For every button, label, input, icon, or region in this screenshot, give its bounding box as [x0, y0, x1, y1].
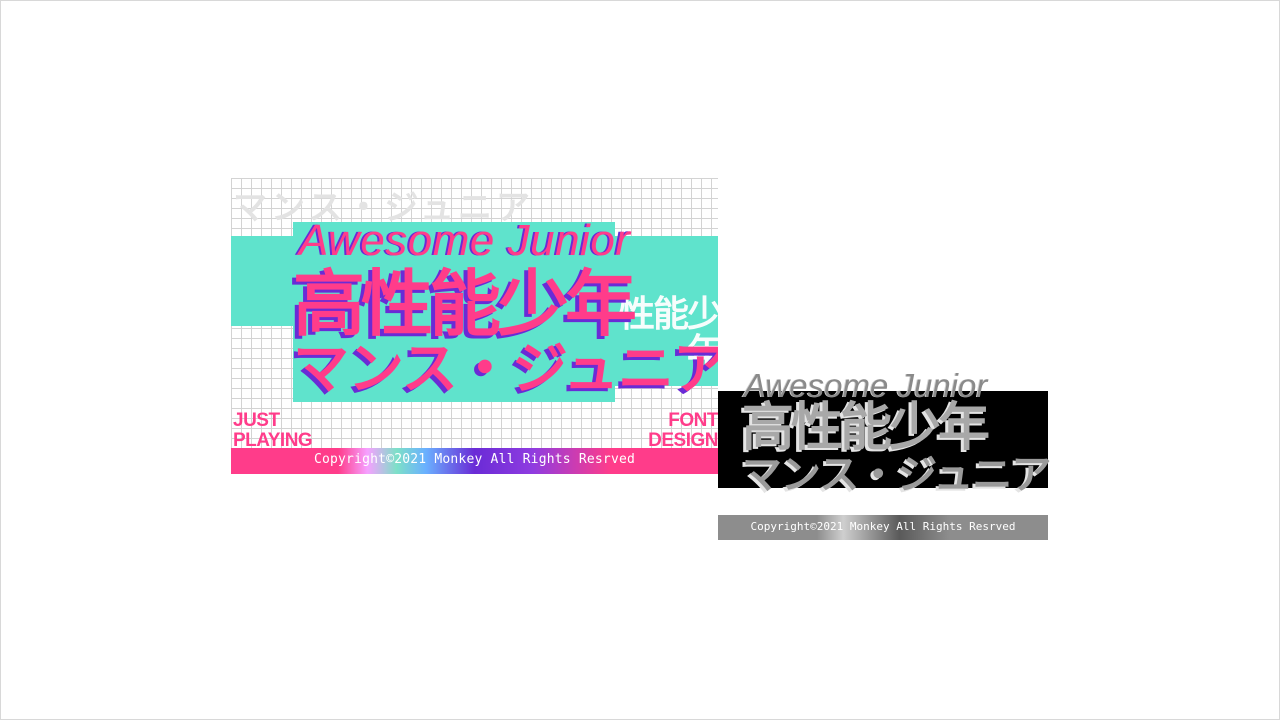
mono-katakana-title: マンス・ジュニア — [742, 452, 1051, 498]
copyright-bar: Copyright©2021 Monkey All Rights Resrved — [231, 448, 718, 474]
left-caption: JUST PLAYING — [233, 410, 313, 451]
color-logo-card: マンス・ジュニア 性能少年 Awesome Junior 高性能少年 マンス・ジ… — [231, 178, 718, 474]
katakana-title: マンス・ジュニア — [293, 337, 718, 402]
mono-logo-card: Awesome Junior 高性能少年 マンス・ジュニア Copyright©… — [718, 367, 1051, 542]
copyright-text: Copyright©2021 Monkey All Rights Resrved — [313, 452, 636, 467]
left-caption-line: JUST — [233, 410, 280, 431]
right-caption-line: FONT — [668, 410, 718, 431]
english-title: Awesome Junior — [299, 216, 631, 265]
mono-copyright-bar: Copyright©2021 Monkey All Rights Resrved — [718, 515, 1048, 540]
kanji-title: 高性能少年 — [293, 262, 637, 346]
mono-kanji-title: 高性能少年 — [742, 398, 990, 458]
right-caption: FONT DESIGN — [648, 411, 718, 451]
mono-copyright-text: Copyright©2021 Monkey All Rights Resrved — [750, 520, 1016, 533]
